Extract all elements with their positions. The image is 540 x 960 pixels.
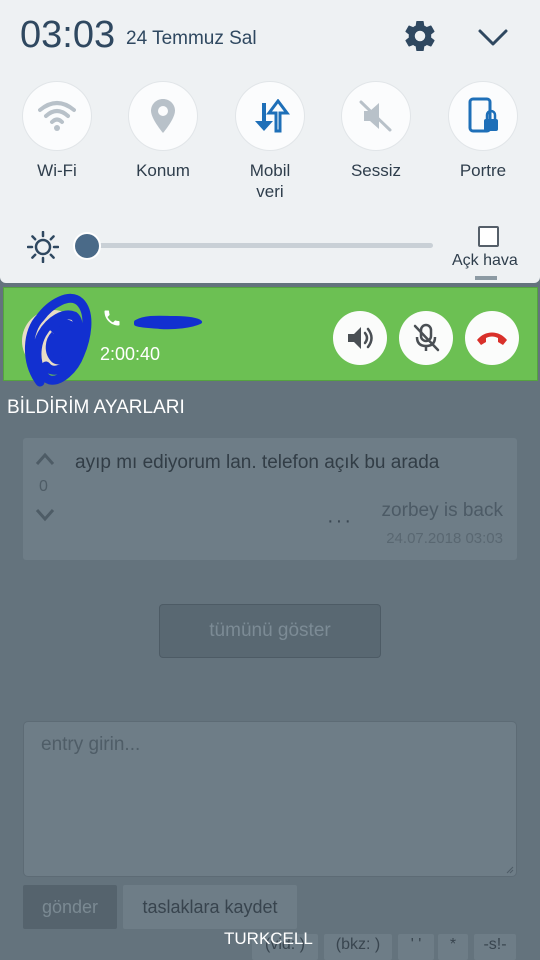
send-button[interactable]: gönder: [23, 885, 117, 929]
tile-mobile-data[interactable]: Mobil veri: [220, 82, 320, 202]
tile-mute[interactable]: Sessiz: [326, 82, 426, 181]
speaker-button[interactable]: [333, 311, 387, 365]
entry-text: ayıp mı ediyorum lan. telefon açık bu ar…: [75, 452, 440, 473]
entry-card: 0 ayıp mı ediyorum lan. telefon açık bu …: [23, 438, 517, 560]
toolbar-spoiler-button[interactable]: -s!-: [474, 934, 516, 960]
mute-icon: [342, 82, 410, 150]
brightness-slider-knob[interactable]: [75, 234, 99, 258]
tile-portrait[interactable]: Portre: [433, 82, 533, 181]
clock: 03:03: [20, 14, 116, 56]
tile-label: Mobil veri: [249, 161, 291, 201]
auto-brightness-checkbox[interactable]: [478, 226, 499, 247]
toolbar-quote-button[interactable]: ' ': [398, 934, 434, 960]
save-draft-button[interactable]: taslaklara kaydet: [123, 885, 297, 929]
toolbar-bkz-button[interactable]: (bkz: ): [324, 934, 392, 960]
call-timer: 2:00:40: [100, 344, 161, 364]
chevron-down-icon[interactable]: [35, 508, 55, 522]
gear-icon[interactable]: [402, 18, 438, 54]
tile-label: Konum: [136, 161, 190, 180]
vote-count: 0: [39, 478, 48, 495]
chevron-down-icon[interactable]: [476, 22, 510, 52]
ongoing-call-notification[interactable]: 2:00:40: [3, 287, 538, 387]
toolbar-star-button[interactable]: *: [438, 934, 468, 960]
auto-brightness-label: Açk hava: [452, 252, 518, 269]
wifi-icon: [23, 82, 91, 150]
tile-label: Wi-Fi: [37, 161, 77, 180]
page-background-fragment: [475, 276, 497, 280]
end-call-button[interactable]: [465, 311, 519, 365]
speaker-icon: [348, 327, 373, 349]
entry-input-placeholder: entry girin...: [41, 734, 141, 755]
brightness-slider-track[interactable]: [87, 243, 433, 248]
entry-author[interactable]: zorbey is back: [382, 500, 503, 522]
date: 24 Temmuz Sal: [126, 28, 257, 49]
quick-settings-panel: 03:03 24 Temmuz Sal Wi-Fi Konum Mobil ve…: [0, 0, 540, 283]
redaction-scribble: [24, 293, 92, 387]
mobile-data-icon: [236, 82, 304, 150]
mute-mic-button[interactable]: [399, 311, 453, 365]
entry-input[interactable]: entry girin...: [24, 722, 516, 876]
notification-settings-link[interactable]: BİLDİRİM AYARLARI: [7, 397, 185, 419]
phone-icon: [104, 310, 120, 326]
end-call-icon: [477, 332, 507, 345]
mute-mic-icon: [413, 323, 440, 352]
tile-label: Portre: [459, 161, 507, 180]
resize-grip-icon[interactable]: [506, 866, 514, 874]
tile-wifi[interactable]: Wi-Fi: [7, 82, 107, 181]
tile-location[interactable]: Konum: [113, 82, 213, 181]
more-options-icon[interactable]: ···: [327, 510, 353, 533]
chevron-up-icon[interactable]: [35, 452, 55, 466]
entry-date[interactable]: 24.07.2018 03:03: [386, 530, 503, 547]
tile-label: Sessiz: [350, 161, 402, 180]
location-icon: [129, 82, 197, 150]
sun-icon: [27, 231, 59, 263]
portrait-lock-icon: [449, 82, 517, 150]
show-all-button[interactable]: tümünü göster: [160, 605, 380, 657]
carrier-label: TURKCELL: [224, 929, 313, 948]
caller-name-redaction: [134, 315, 202, 330]
